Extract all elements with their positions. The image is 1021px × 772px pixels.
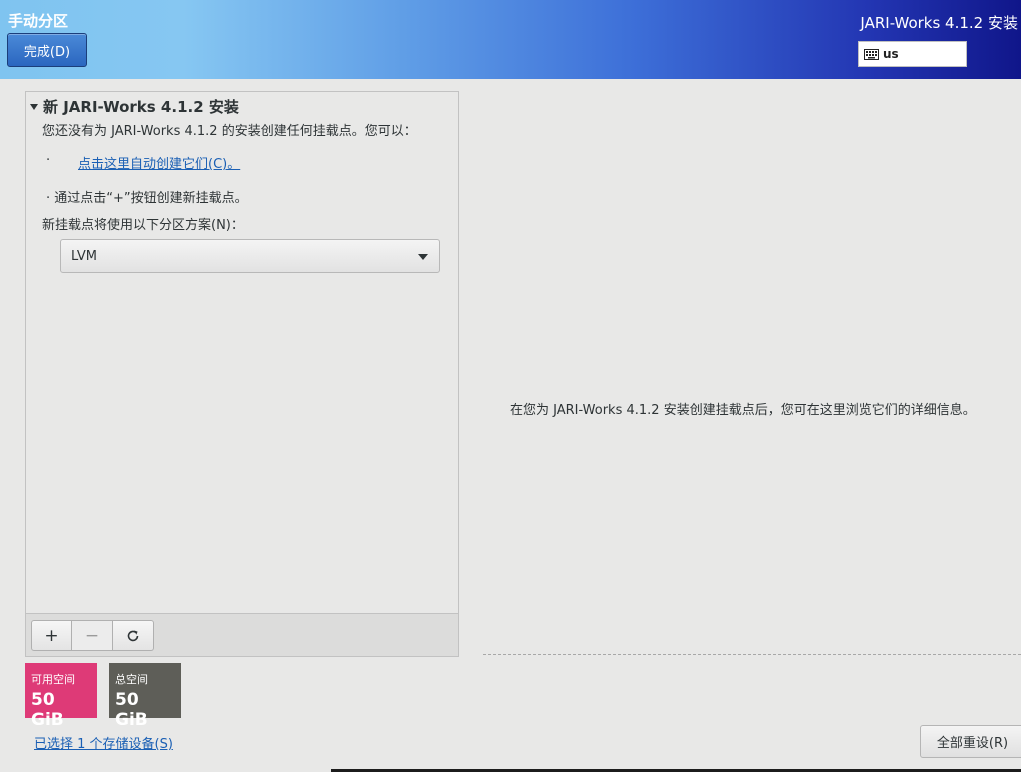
dropdown-arrow-icon [418, 254, 428, 260]
remove-mount-point-button[interactable]: − [72, 620, 113, 651]
total-space-label: 总空间 [115, 673, 148, 686]
expander-triangle-icon[interactable] [30, 103, 38, 110]
header-bar: 手动分区 完成(D) JARI-Works 4.1.2 安装 us [0, 0, 1021, 79]
available-space-label: 可用空间 [31, 673, 75, 686]
installation-section-title: 新 JARI-Works 4.1.2 安装 [43, 98, 239, 116]
total-space-value: 50 GiB [115, 690, 148, 730]
bullet-marker: · [46, 153, 51, 168]
manual-create-hint: · 通过点击“+”按钮创建新挂载点。 [46, 191, 248, 206]
keyboard-layout-label: us [883, 47, 899, 61]
available-space-box: 可用空间 50 GiB [25, 663, 97, 730]
available-space-value: 50 GiB [31, 690, 64, 730]
total-space-box: 总空间 50 GiB [109, 663, 181, 730]
product-title: JARI-Works 4.1.2 安装 [860, 14, 1018, 32]
installation-section-header[interactable]: 新 JARI-Works 4.1.2 安装 [30, 96, 239, 117]
auto-create-link[interactable]: 点击这里自动创建它们(C)。 [78, 153, 240, 172]
selected-storage-devices-link[interactable]: 已选择 1 个存储设备(S) [34, 733, 173, 752]
done-button[interactable]: 完成(D) [7, 33, 87, 67]
reset-all-button[interactable]: 全部重设(R) [920, 725, 1021, 758]
mount-point-toolbar: + − [26, 613, 458, 656]
refresh-button[interactable] [113, 620, 154, 651]
add-mount-point-button[interactable]: + [31, 620, 72, 651]
details-divider [483, 654, 1021, 655]
keyboard-layout-indicator[interactable]: us [858, 41, 967, 67]
refresh-icon [127, 630, 139, 641]
details-placeholder-text: 在您为 JARI-Works 4.1.2 安装创建挂载点后，您可在这里浏览它们的… [510, 403, 976, 418]
no-mount-points-description: 您还没有为 JARI-Works 4.1.2 的安装创建任何挂载点。您可以： [42, 124, 417, 139]
partition-scheme-label: 新挂载点将使用以下分区方案(N)： [42, 218, 244, 233]
mount-points-panel: 新 JARI-Works 4.1.2 安装 您还没有为 JARI-Works 4… [25, 91, 459, 657]
partition-scheme-value: LVM [71, 248, 97, 264]
partition-scheme-dropdown[interactable]: LVM [60, 239, 440, 273]
page-title: 手动分区 [8, 12, 69, 30]
keyboard-icon [864, 48, 879, 60]
